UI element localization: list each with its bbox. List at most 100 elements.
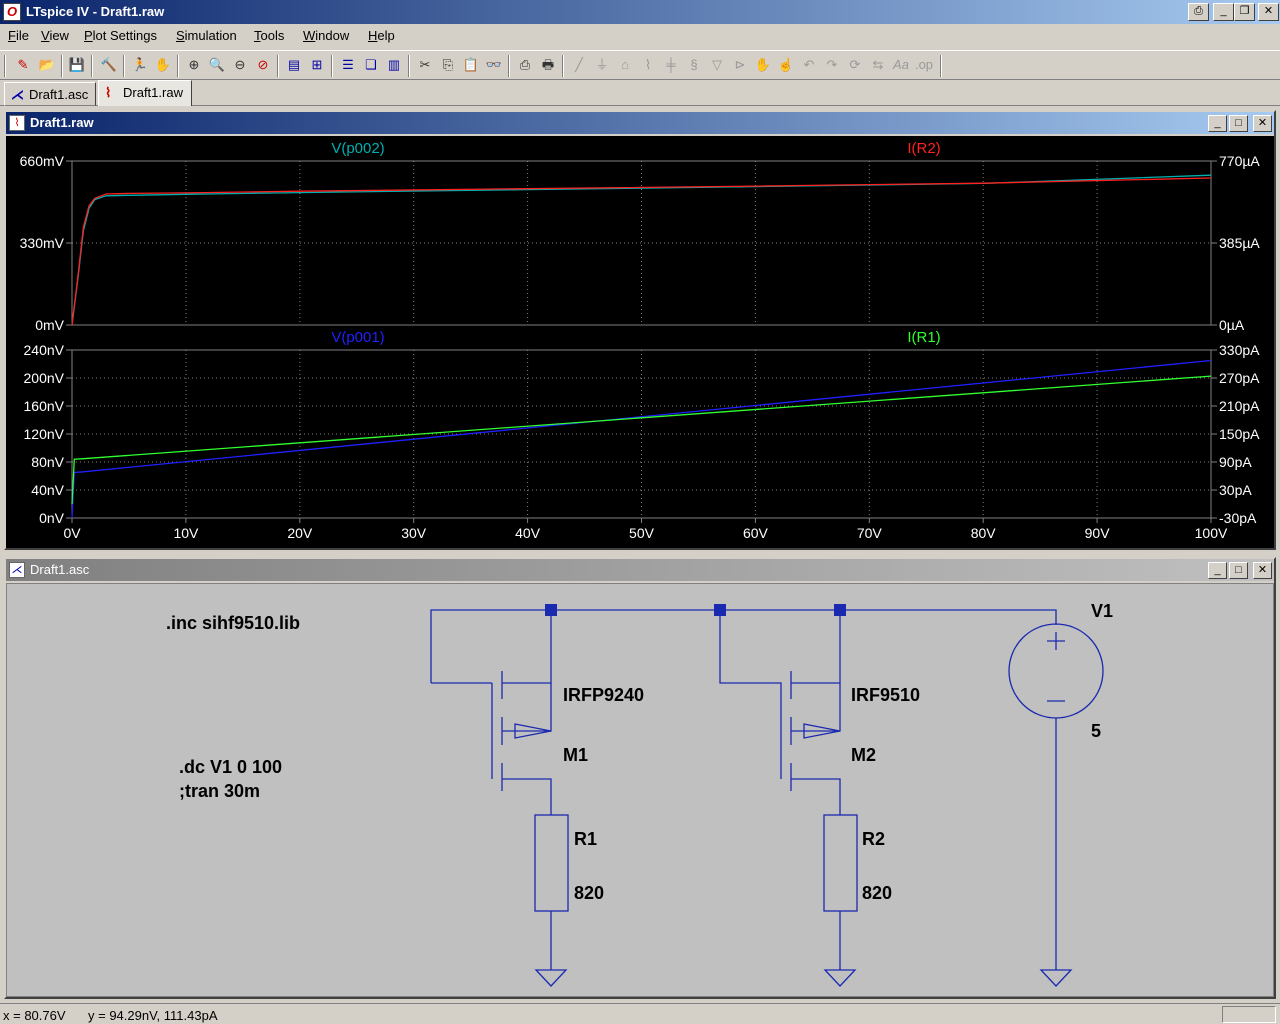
cursor-y-readout: y = 94.29nV, 111.43pA [88, 1008, 218, 1023]
r1-value[interactable]: 820 [574, 883, 604, 903]
print-icon[interactable]: ⎙ [1188, 3, 1209, 21]
close-button[interactable]: ✕ [1258, 3, 1279, 21]
zoom-in-icon[interactable]: ⊕ [184, 55, 204, 75]
waveform-plot[interactable]: 660mV 770µA 330mV 385µA 0mV 0µA V(p002) I(R2) 24… [6, 136, 1274, 548]
x-tick-label: 100V [1195, 525, 1228, 541]
text-icon[interactable]: Aa [891, 55, 911, 75]
x-tick-label: 60V [743, 525, 769, 541]
v1-ref[interactable]: V1 [1091, 601, 1113, 621]
spice-directive-icon[interactable]: .op [914, 55, 934, 75]
legend-label: V(p001) [331, 329, 384, 346]
schematic-canvas[interactable]: .inc sihf9510.lib .dc V1 0 100 ;tran 30m… [6, 583, 1274, 997]
y-left-tick-label: 200nV [24, 370, 65, 386]
schematic-window: ⋌ Draft1.asc _ □ ✕ .inc sihf9510.lib .dc… [4, 557, 1276, 999]
plot-maximize-button[interactable]: □ [1229, 115, 1248, 132]
rotate-icon[interactable]: ⟳ [845, 55, 865, 75]
schematic-icon: ⋌ [11, 87, 24, 102]
mirror-icon[interactable]: ⇆ [868, 55, 888, 75]
y-right-tick-label: 30pA [1219, 482, 1252, 498]
minimize-button[interactable]: _ [1213, 3, 1234, 21]
new-schematic-icon[interactable]: ✎ [13, 55, 33, 75]
print-icon[interactable]: 🖶 [538, 55, 558, 75]
cursor-x-readout: x = 80.76V [3, 1008, 66, 1023]
menu-plot-settings[interactable]: Plot Settings [84, 28, 157, 43]
schematic-maximize-button[interactable]: □ [1229, 562, 1248, 579]
menu-simulation[interactable]: Simulation [176, 28, 237, 43]
paste-icon[interactable]: 📋 [461, 55, 481, 75]
print-preview-icon[interactable]: ⎙ [515, 55, 535, 75]
schematic-minimize-button[interactable]: _ [1208, 562, 1227, 579]
x-tick-label: 30V [401, 525, 427, 541]
tile-horizontal-icon[interactable]: ☰ [338, 55, 358, 75]
schematic-close-button[interactable]: ✕ [1253, 562, 1272, 579]
x-tick-label: 10V [173, 525, 199, 541]
control-panel-icon[interactable]: 🔨 [99, 55, 119, 75]
open-icon[interactable]: 📂 [37, 55, 57, 75]
redo-icon[interactable]: ↷ [822, 55, 842, 75]
schematic-window-titlebar[interactable]: ⋌ Draft1.asc _ □ ✕ [6, 559, 1274, 581]
spice-comment-tran[interactable]: ;tran 30m [179, 781, 260, 801]
wire-junction [545, 604, 557, 616]
undo-icon[interactable]: ↶ [799, 55, 819, 75]
tile-vertical-icon[interactable]: ▥ [384, 55, 404, 75]
plot-window: ⌇ Draft1.raw _ □ ✕ 660mV 770µA 330mV 385µA 0… [4, 110, 1276, 550]
schematic-window-title: Draft1.asc [30, 562, 90, 577]
menu-file[interactable]: File [8, 28, 29, 43]
zoom-full-icon[interactable]: 🔍 [207, 55, 227, 75]
m1-ref[interactable]: M1 [563, 745, 588, 765]
plot-close-button[interactable]: ✕ [1253, 115, 1272, 132]
status-bar: x = 80.76V y = 94.29nV, 111.43pA [0, 1003, 1280, 1024]
v1-value[interactable]: 5 [1091, 721, 1101, 741]
y-right-tick-label: 770µA [1219, 153, 1260, 169]
inductor-icon[interactable]: § [684, 55, 704, 75]
cascade-icon[interactable]: ❏ [361, 55, 381, 75]
plot-settings-icon[interactable]: ⊞ [307, 55, 327, 75]
menu-help[interactable]: Help [368, 28, 395, 43]
run-icon[interactable]: 🏃 [130, 55, 150, 75]
move-icon[interactable]: ✋ [753, 55, 773, 75]
menu-view[interactable]: View [41, 28, 69, 43]
y-left-tick-label: 120nV [24, 426, 65, 442]
save-icon[interactable]: 💾 [67, 55, 87, 75]
halt-icon[interactable]: ✋ [153, 55, 173, 75]
tab-label: Draft1.raw [123, 85, 183, 100]
ground-icon[interactable]: ⏚ [592, 55, 612, 75]
plot-window-titlebar[interactable]: ⌇ Draft1.raw _ □ ✕ [6, 112, 1274, 134]
wire-icon[interactable]: ╱ [569, 55, 589, 75]
zoom-out-icon[interactable]: ⊖ [230, 55, 250, 75]
plot-minimize-button[interactable]: _ [1208, 115, 1227, 132]
tab-draft1-raw[interactable]: ⌇ Draft1.raw [98, 80, 192, 106]
r2-value[interactable]: 820 [862, 883, 892, 903]
component-icon[interactable]: ⊳ [730, 55, 750, 75]
restore-button[interactable]: ❐ [1234, 3, 1255, 21]
m2-ref[interactable]: M2 [851, 745, 876, 765]
autoscale-icon[interactable]: ▤ [284, 55, 304, 75]
ltspice-logo-icon[interactable]: O [3, 3, 21, 21]
plot-window-title: Draft1.raw [30, 115, 94, 130]
m2-value[interactable]: IRF9510 [851, 685, 920, 705]
menu-tools[interactable]: Tools [254, 28, 284, 43]
y-right-tick-label: 385µA [1219, 235, 1260, 251]
capacitor-icon[interactable]: ╪ [661, 55, 681, 75]
r2-ref[interactable]: R2 [862, 829, 885, 849]
diode-icon[interactable]: ▽ [707, 55, 727, 75]
y-right-tick-label: -30pA [1219, 510, 1257, 526]
x-tick-label: 70V [857, 525, 883, 541]
schematic-icon: ⋌ [9, 562, 25, 578]
find-icon[interactable]: 👓 [484, 55, 504, 75]
tab-draft1-asc[interactable]: ⋌ Draft1.asc [4, 82, 96, 106]
spice-directive-inc[interactable]: .inc sihf9510.lib [166, 613, 300, 633]
x-tick-label: 40V [515, 525, 541, 541]
spice-directive-dc[interactable]: .dc V1 0 100 [179, 757, 282, 777]
drag-icon[interactable]: ☝ [776, 55, 796, 75]
zoom-cancel-icon[interactable]: ⊘ [253, 55, 273, 75]
r1-ref[interactable]: R1 [574, 829, 597, 849]
resistor-icon[interactable]: ⌇ [638, 55, 658, 75]
legend-label: I(R1) [907, 329, 940, 346]
window-title: LTspice IV - Draft1.raw [26, 4, 165, 19]
m1-value[interactable]: IRFP9240 [563, 685, 644, 705]
label-icon[interactable]: ⌂ [615, 55, 635, 75]
menu-window[interactable]: Window [303, 28, 349, 43]
cut-icon[interactable]: ✂ [415, 55, 435, 75]
copy-icon[interactable]: ⎘ [438, 55, 458, 75]
